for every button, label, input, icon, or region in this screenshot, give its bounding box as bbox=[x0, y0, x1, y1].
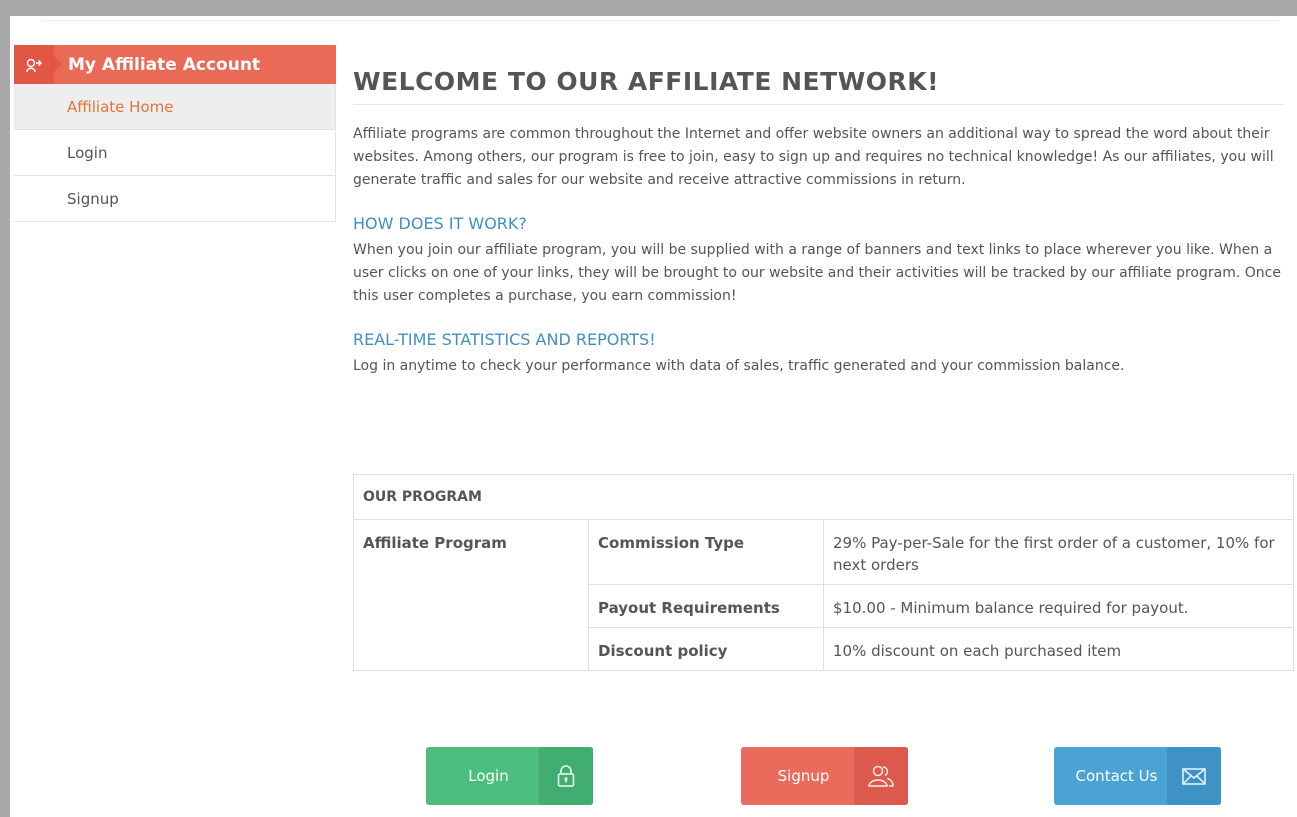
contact-us-button[interactable]: Contact Us bbox=[1054, 747, 1221, 805]
table-cell-label: Payout Requirements bbox=[588, 584, 824, 628]
section-text-statistics: Log in anytime to check your performance… bbox=[353, 358, 1125, 374]
table-header-row: OUR PROGRAM bbox=[353, 474, 1294, 520]
section-heading-statistics: REAL-TIME STATISTICS AND REPORTS! bbox=[353, 330, 656, 349]
table-row: Affiliate Program Commission Type 29% Pa… bbox=[353, 519, 1294, 671]
window-frame-left bbox=[0, 0, 10, 817]
users-icon bbox=[854, 747, 908, 805]
program-name-cell: Affiliate Program bbox=[353, 519, 589, 671]
table-header: OUR PROGRAM bbox=[353, 474, 1294, 520]
lock-icon bbox=[539, 747, 593, 805]
table-cell-value: $10.00 - Minimum balance required for pa… bbox=[823, 584, 1294, 628]
table-cell-value: 29% Pay-per-Sale for the first order of … bbox=[823, 519, 1294, 585]
sidebar-header: My Affiliate Account bbox=[14, 45, 336, 84]
affiliate-icon bbox=[14, 45, 62, 84]
signup-button[interactable]: Signup bbox=[741, 747, 908, 805]
sidebar-item-label: Affiliate Home bbox=[67, 97, 174, 116]
top-divider bbox=[44, 20, 1277, 21]
sidebar-item-login[interactable]: Login bbox=[14, 130, 336, 176]
sidebar-item-signup[interactable]: Signup bbox=[14, 176, 336, 222]
signup-button-label: Signup bbox=[777, 767, 830, 785]
main-content: WELCOME TO OUR AFFILIATE NETWORK! Affili… bbox=[353, 60, 1283, 378]
program-table: OUR PROGRAM Affiliate Program Commission… bbox=[353, 474, 1294, 671]
section-heading-how-it-works: HOW DOES IT WORK? bbox=[353, 214, 527, 233]
page-title: WELCOME TO OUR AFFILIATE NETWORK! bbox=[353, 60, 1283, 105]
contact-us-button-label: Contact Us bbox=[1075, 767, 1158, 785]
section-text-how-it-works: When you join our affiliate program, you… bbox=[353, 242, 1281, 304]
sidebar: My Affiliate Account Affiliate Home Logi… bbox=[14, 45, 336, 222]
window-frame-top bbox=[0, 0, 1297, 16]
table-cell-value: 10% discount on each purchased item bbox=[823, 627, 1294, 671]
table-cell-label: Commission Type bbox=[588, 519, 824, 585]
sidebar-item-affiliate-home[interactable]: Affiliate Home bbox=[14, 84, 336, 130]
intro-paragraph: Affiliate programs are common throughout… bbox=[353, 126, 1274, 188]
sidebar-item-label: Login bbox=[67, 143, 108, 162]
mail-icon bbox=[1167, 747, 1221, 805]
sidebar-item-label: Signup bbox=[67, 189, 119, 208]
sidebar-header-label: My Affiliate Account bbox=[68, 54, 261, 75]
login-button[interactable]: Login bbox=[426, 747, 593, 805]
login-button-label: Login bbox=[468, 767, 509, 785]
table-cell-label: Discount policy bbox=[588, 627, 824, 671]
